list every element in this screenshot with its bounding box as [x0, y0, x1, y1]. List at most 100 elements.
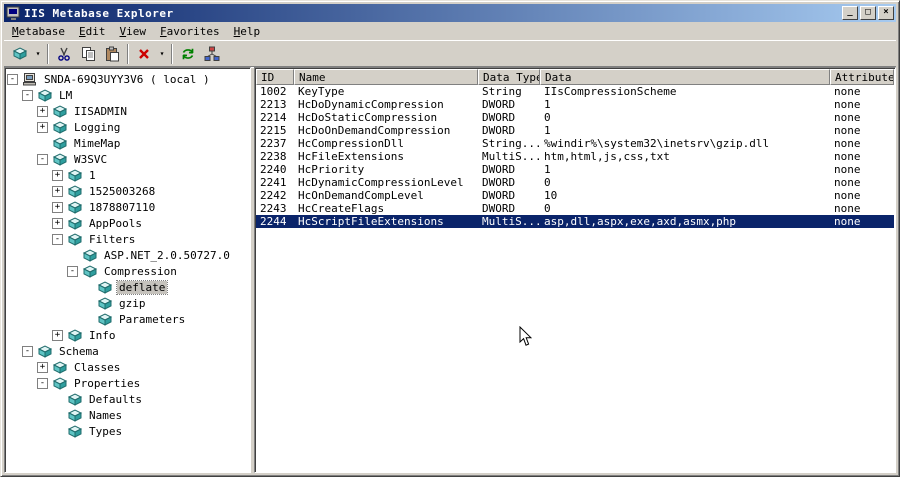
tree-item-filters[interactable]: - Filters — [7, 231, 250, 247]
tree-item-apppools[interactable]: + AppPools — [7, 215, 250, 231]
menu-edit[interactable]: Edit — [72, 24, 113, 39]
collapse-box[interactable]: - — [7, 73, 18, 85]
collapse-box[interactable]: - — [22, 345, 33, 357]
new-key-dropdown[interactable]: ▾ — [32, 43, 44, 65]
property-row-2240[interactable]: 2240 HcPriority DWORD 1 none — [256, 163, 894, 176]
tree-item-names[interactable]: Names — [7, 407, 250, 423]
delete-button[interactable] — [132, 43, 156, 65]
key-icon — [52, 152, 68, 166]
tree-item-1525003268[interactable]: +1525003268 — [7, 183, 250, 199]
close-button[interactable]: × — [878, 6, 894, 20]
network-icon — [204, 46, 220, 62]
title-bar[interactable]: IIS Metabase Explorer _ □ × — [4, 4, 896, 22]
collapse-box[interactable]: - — [37, 377, 48, 389]
cell-data: 1 — [544, 98, 551, 111]
column-header-name[interactable]: Name — [294, 69, 478, 85]
tree-item-label: SNDA-69Q3UYY3V6 ( local ) — [44, 72, 210, 86]
cell-name: KeyType — [298, 85, 345, 98]
cell-data: htm,html,js,css,txt — [544, 150, 670, 163]
refresh-button[interactable] — [176, 43, 200, 65]
property-row-2214[interactable]: 2214 HcDoStaticCompression DWORD 0 none — [256, 111, 894, 124]
column-header-data-type[interactable]: Data Type — [478, 69, 540, 85]
toolbar-separator — [47, 43, 49, 64]
tree-item-1878807110[interactable]: +1878807110 — [7, 199, 250, 215]
property-row-2242[interactable]: 2242 HcOnDemandCompLevel DWORD 10 none — [256, 189, 894, 202]
maximize-button[interactable]: □ — [860, 6, 876, 20]
delete-dropdown[interactable]: ▾ — [156, 43, 168, 65]
metabase-tree[interactable]: - SNDA-69Q3UYY3V6 ( local ) - LM + IISADMIN + L… — [4, 67, 251, 473]
property-row-2237[interactable]: 2237 HcCompressionDll String... %windir%\sy… — [256, 137, 894, 150]
menu-view[interactable]: View — [112, 24, 153, 39]
tree-item-mimemap[interactable]: MimeMap — [7, 135, 250, 151]
new-key-button[interactable] — [8, 43, 32, 65]
property-row-2215[interactable]: 2215 HcDoOnDemandCompression DWORD 1 none — [256, 124, 894, 137]
menu-favorites[interactable]: Favorites — [153, 24, 227, 39]
expand-box[interactable]: + — [52, 201, 63, 213]
collapse-box[interactable]: - — [22, 89, 33, 101]
tree-item-parameters[interactable]: Parameters — [7, 311, 250, 327]
expand-box[interactable]: + — [52, 217, 63, 229]
tree-item-defaults[interactable]: Defaults — [7, 391, 250, 407]
cell-data: asp,dll,aspx,exe,axd,asmx,php — [544, 215, 737, 228]
tree-item-gzip[interactable]: gzip — [7, 295, 250, 311]
column-header-attributes[interactable]: Attributes — [830, 69, 894, 85]
expand-box[interactable]: + — [52, 329, 63, 341]
cell-attributes: none — [834, 111, 861, 124]
list-body[interactable]: 1002 KeyType String IIsCompressionScheme non… — [256, 85, 894, 471]
cell-data: 1 — [544, 124, 551, 137]
tree-item-schema[interactable]: - Schema — [7, 343, 250, 359]
tree-item-asp-net-2-0-50727-0[interactable]: ASP.NET_2.0.50727.0 — [7, 247, 250, 263]
cell-attributes: none — [834, 163, 861, 176]
cell-attributes: none — [834, 176, 861, 189]
property-row-2241[interactable]: 2241 HcDynamicCompressionLevel DWORD 0 none — [256, 176, 894, 189]
collapse-box[interactable]: - — [37, 153, 48, 165]
column-header-id[interactable]: ID — [256, 69, 294, 85]
tree-item-label: 1878807110 — [89, 200, 156, 214]
expand-box[interactable]: + — [37, 361, 48, 373]
paste-button[interactable] — [100, 43, 124, 65]
tree-item-snda-69q3uyy3v6-local[interactable]: - SNDA-69Q3UYY3V6 ( local ) — [7, 71, 250, 87]
cell-attributes: none — [834, 137, 861, 150]
tree-item-label: LM — [59, 88, 73, 102]
property-row-2243[interactable]: 2243 HcCreateFlags DWORD 0 none — [256, 202, 894, 215]
cell-id: 2215 — [260, 124, 287, 137]
column-header-data[interactable]: Data — [540, 69, 830, 85]
property-row-2244[interactable]: 2244 HcScriptFileExtensions MultiS... asp,d… — [256, 215, 894, 228]
connect-button[interactable] — [200, 43, 224, 65]
cell-data_type: String... — [482, 137, 540, 150]
tree-item-deflate[interactable]: deflate — [7, 279, 250, 295]
tree-item-properties[interactable]: - Properties — [7, 375, 250, 391]
toolbar: ▾ ▾ — [4, 40, 896, 67]
tree-item-types[interactable]: Types — [7, 423, 250, 439]
cell-data: 0 — [544, 202, 551, 215]
property-row-1002[interactable]: 1002 KeyType String IIsCompressionScheme non… — [256, 85, 894, 98]
collapse-box[interactable]: - — [52, 233, 63, 245]
collapse-box[interactable]: - — [67, 265, 78, 277]
cut-button[interactable] — [52, 43, 76, 65]
tree-item-1[interactable]: +1 — [7, 167, 250, 183]
menu-help[interactable]: Help — [227, 24, 268, 39]
property-row-2238[interactable]: 2238 HcFileExtensions MultiS... htm,html,js… — [256, 150, 894, 163]
expand-box[interactable]: + — [37, 105, 48, 117]
tree-item-logging[interactable]: + Logging — [7, 119, 250, 135]
tree-item-lm[interactable]: - LM — [7, 87, 250, 103]
expand-box[interactable]: + — [52, 169, 63, 181]
property-row-2213[interactable]: 2213 HcDoDynamicCompression DWORD 1 none — [256, 98, 894, 111]
minimize-button[interactable]: _ — [842, 6, 858, 20]
tree-item-w3svc[interactable]: - W3SVC — [7, 151, 250, 167]
tree-item-info[interactable]: + Info — [7, 327, 250, 343]
copy-button[interactable] — [76, 43, 100, 65]
expand-box[interactable]: + — [52, 185, 63, 197]
expand-box[interactable]: + — [37, 121, 48, 133]
menu-metabase[interactable]: Metabase — [5, 24, 72, 39]
tree-item-compression[interactable]: - Compression — [7, 263, 250, 279]
tree-item-label: Classes — [74, 360, 121, 374]
key-icon — [67, 168, 83, 182]
tree-item-iisadmin[interactable]: + IISADMIN — [7, 103, 250, 119]
tree-item-classes[interactable]: + Classes — [7, 359, 250, 375]
